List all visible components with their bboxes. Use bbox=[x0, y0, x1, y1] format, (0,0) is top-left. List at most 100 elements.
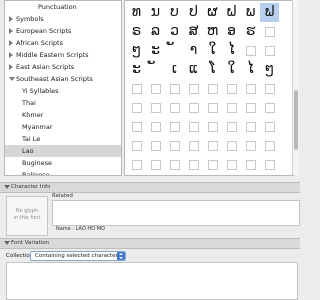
glyph-cell[interactable]: ັ bbox=[165, 41, 184, 60]
glyph-cell[interactable] bbox=[241, 98, 260, 117]
glyph-cell[interactable] bbox=[146, 136, 165, 155]
glyph-cell[interactable]: ນ bbox=[146, 3, 165, 22]
disclosure-triangle-icon[interactable] bbox=[4, 241, 10, 245]
sidebar-item[interactable]: Balinese bbox=[5, 169, 121, 175]
glyph-cell[interactable] bbox=[184, 79, 203, 98]
glyph-cell[interactable] bbox=[146, 155, 165, 174]
grid-scrollbar[interactable] bbox=[292, 0, 299, 175]
glyph-cell[interactable] bbox=[165, 136, 184, 155]
glyph-cell[interactable]: ວ bbox=[165, 22, 184, 41]
glyph-cell[interactable] bbox=[184, 117, 203, 136]
glyph-cell[interactable]: າ bbox=[184, 41, 203, 60]
sidebar-item[interactable]: Yi Syllables bbox=[5, 85, 121, 97]
glyph-cell[interactable] bbox=[260, 98, 279, 117]
glyph-cell[interactable] bbox=[146, 117, 165, 136]
disclosure-right-icon[interactable] bbox=[9, 52, 13, 58]
glyph-cell[interactable] bbox=[222, 117, 241, 136]
disclosure-right-icon[interactable] bbox=[9, 64, 13, 70]
glyph-cell[interactable] bbox=[184, 98, 203, 117]
disclosure-triangle-icon[interactable] bbox=[4, 185, 10, 189]
glyph-cell[interactable] bbox=[203, 79, 222, 98]
glyph-cell[interactable]: ຜ bbox=[203, 3, 222, 22]
sidebar-item[interactable]: Khmer bbox=[5, 109, 121, 121]
sidebar-item[interactable]: Middle Eastern Scripts bbox=[5, 49, 121, 61]
glyph-cell[interactable]: ລ bbox=[146, 22, 165, 41]
glyph-cell[interactable]: ະ bbox=[127, 60, 146, 79]
glyph-cell[interactable]: ເ bbox=[165, 60, 184, 79]
sidebar-item[interactable]: East Asian Scripts bbox=[5, 61, 121, 73]
glyph-cell[interactable] bbox=[203, 136, 222, 155]
sidebar-item[interactable]: Myanmar bbox=[5, 121, 121, 133]
disclosure-right-icon[interactable] bbox=[9, 16, 13, 22]
disclosure-right-icon[interactable] bbox=[9, 40, 13, 46]
glyph-cell[interactable] bbox=[146, 79, 165, 98]
glyph-cell[interactable] bbox=[165, 155, 184, 174]
glyph-cell[interactable] bbox=[127, 155, 146, 174]
glyph-cell[interactable]: ໄ bbox=[241, 60, 260, 79]
glyph-cell[interactable] bbox=[260, 117, 279, 136]
glyph-cell[interactable]: ຫ bbox=[203, 22, 222, 41]
glyph-cell[interactable] bbox=[241, 117, 260, 136]
sidebar-item[interactable]: Buginese bbox=[5, 157, 121, 169]
glyph-cell[interactable]: ໂ bbox=[203, 60, 222, 79]
sidebar-item[interactable]: Punctuation bbox=[5, 1, 121, 13]
glyph-cell[interactable] bbox=[260, 41, 279, 60]
glyph-cell[interactable] bbox=[203, 117, 222, 136]
glyph-cell[interactable] bbox=[127, 79, 146, 98]
glyph-cell[interactable] bbox=[165, 79, 184, 98]
glyph-cell[interactable]: ສ bbox=[184, 22, 203, 41]
disclosure-down-icon[interactable] bbox=[9, 77, 15, 81]
glyph-cell[interactable] bbox=[203, 98, 222, 117]
glyph-cell[interactable] bbox=[165, 117, 184, 136]
glyph-cell[interactable]: ຝ bbox=[222, 3, 241, 22]
glyph-cell[interactable] bbox=[127, 117, 146, 136]
glyph-cell[interactable]: ຟ bbox=[260, 3, 279, 22]
glyph-cell[interactable]: ໃ bbox=[222, 60, 241, 79]
glyph-cell[interactable]: ັ bbox=[146, 60, 165, 79]
glyph-cell[interactable] bbox=[241, 41, 260, 60]
glyph-cell[interactable] bbox=[222, 155, 241, 174]
glyph-cell[interactable] bbox=[203, 155, 222, 174]
glyph-cell[interactable] bbox=[241, 79, 260, 98]
character-info-header[interactable]: Character Info bbox=[0, 182, 300, 193]
glyph-cell[interactable] bbox=[127, 98, 146, 117]
scroll-thumb[interactable] bbox=[294, 90, 298, 150]
sidebar-item[interactable]: Tai Le bbox=[5, 133, 121, 145]
glyph-cell[interactable] bbox=[184, 136, 203, 155]
glyph-cell[interactable]: ແ bbox=[184, 60, 203, 79]
glyph-cell[interactable]: ພ bbox=[241, 3, 260, 22]
glyph-cell[interactable]: ບ bbox=[165, 3, 184, 22]
glyph-cell[interactable] bbox=[260, 22, 279, 41]
glyph-cell[interactable]: ຣ bbox=[127, 22, 146, 41]
category-sidebar[interactable]: Punctuation Symbols European Scripts Africa… bbox=[4, 0, 122, 176]
glyph-cell[interactable]: ອ bbox=[222, 22, 241, 41]
disclosure-right-icon[interactable] bbox=[9, 28, 13, 34]
sidebar-item[interactable]: Symbols bbox=[5, 13, 121, 25]
sidebar-item[interactable]: European Scripts bbox=[5, 25, 121, 37]
glyph-cell[interactable]: ຮ bbox=[241, 22, 260, 41]
glyph-cell[interactable] bbox=[222, 98, 241, 117]
character-grid[interactable]: ທນບປຜຝພຟຣລວສຫອຮໆະັາໃໄະັເແໂໃໄໆ bbox=[124, 0, 294, 176]
glyph-cell[interactable] bbox=[241, 155, 260, 174]
glyph-cell[interactable]: ໆ bbox=[127, 41, 146, 60]
glyph-cell[interactable]: ໃ bbox=[203, 41, 222, 60]
glyph-cell[interactable]: ທ bbox=[127, 3, 146, 22]
font-variation-list[interactable] bbox=[6, 262, 298, 300]
select-arrows-icon[interactable] bbox=[117, 252, 125, 260]
sidebar-item[interactable]: Lao bbox=[5, 145, 121, 157]
collections-select[interactable]: Containing selected character bbox=[30, 251, 126, 261]
glyph-cell[interactable] bbox=[241, 136, 260, 155]
sidebar-item[interactable]: Southeast Asian Scripts bbox=[5, 73, 121, 85]
related-characters-list[interactable] bbox=[52, 200, 300, 226]
glyph-cell[interactable] bbox=[127, 136, 146, 155]
glyph-cell[interactable] bbox=[146, 98, 165, 117]
glyph-cell[interactable] bbox=[165, 98, 184, 117]
glyph-cell[interactable] bbox=[222, 79, 241, 98]
glyph-cell[interactable] bbox=[184, 155, 203, 174]
glyph-cell[interactable] bbox=[260, 136, 279, 155]
glyph-cell[interactable] bbox=[260, 155, 279, 174]
glyph-cell[interactable]: ໆ bbox=[260, 60, 279, 79]
sidebar-item[interactable]: African Scripts bbox=[5, 37, 121, 49]
sidebar-item[interactable]: Thai bbox=[5, 97, 121, 109]
glyph-cell[interactable] bbox=[222, 136, 241, 155]
